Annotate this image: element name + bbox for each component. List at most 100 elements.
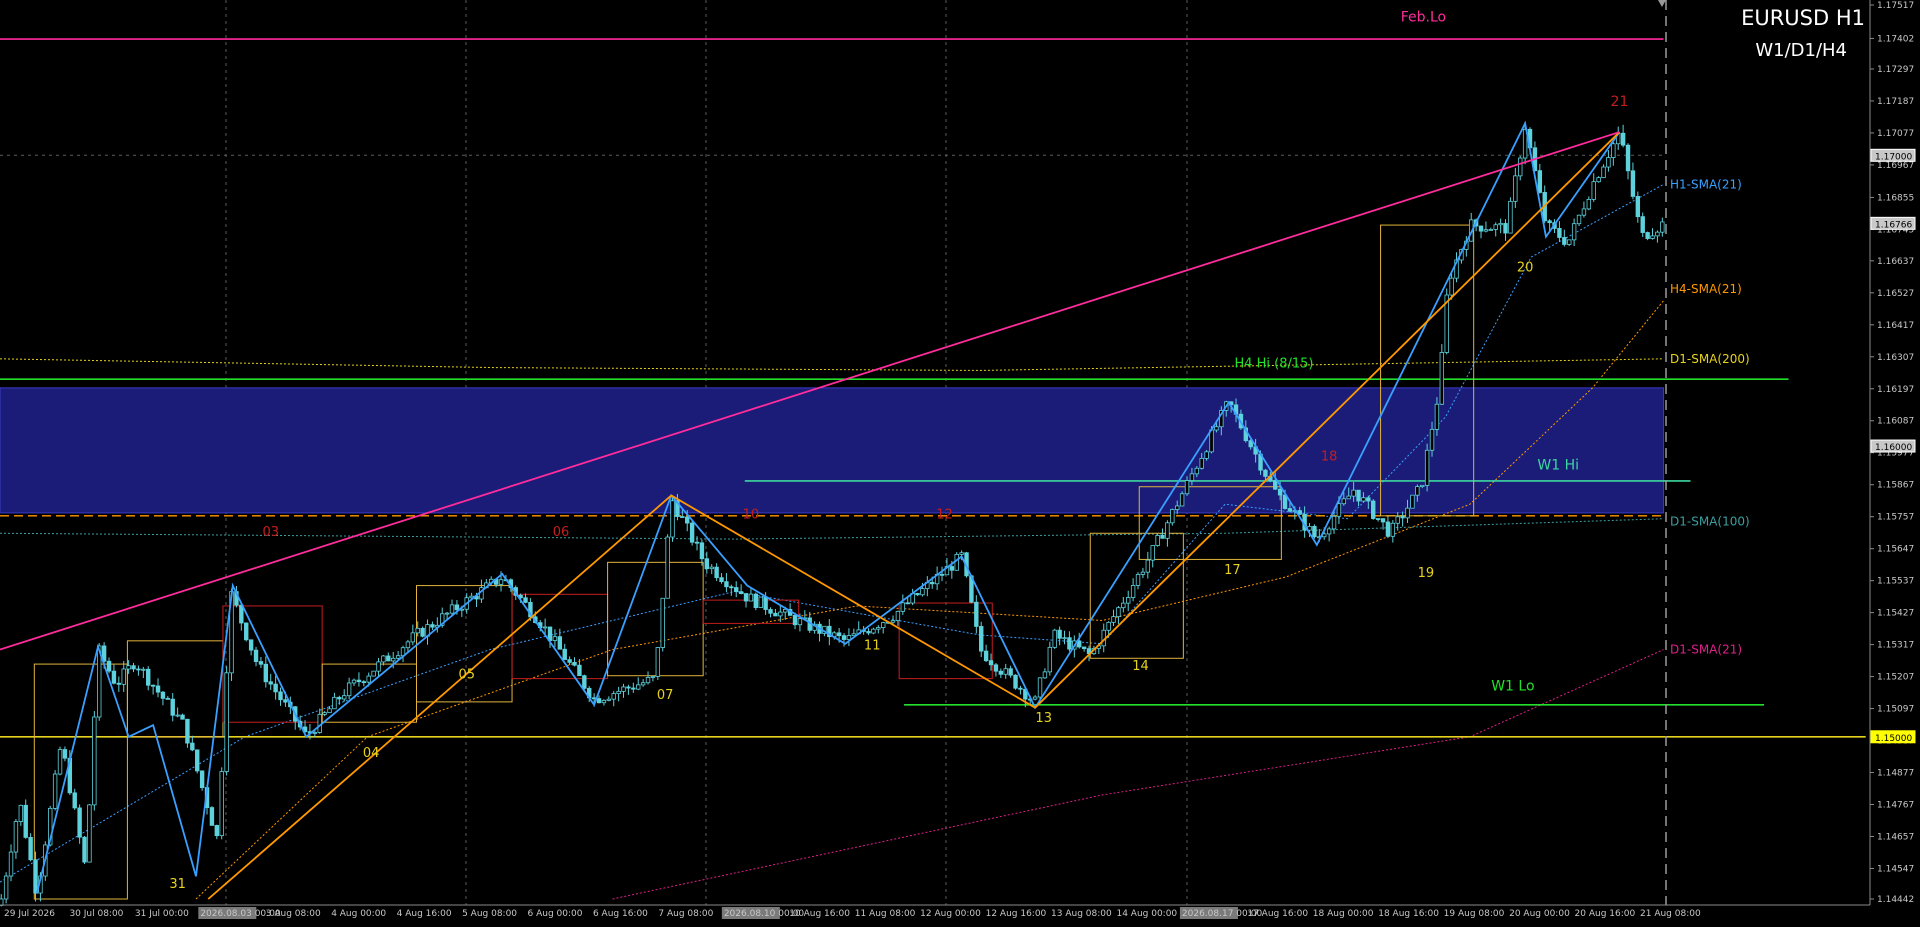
- ma-label: D1-SMA(100): [1670, 515, 1750, 529]
- candle-body: [680, 516, 685, 518]
- candle-body: [1415, 486, 1420, 496]
- candle-body: [454, 604, 460, 611]
- chart-window[interactable]: Feb.Lo H4 Hi (8/15) W1 Hi W1 Lo 03 06 10 12 18 21…: [0, 0, 1920, 923]
- candle-body: [33, 859, 38, 894]
- candle-body: [650, 676, 656, 678]
- ma-label: D1-SMA(200): [1670, 352, 1750, 366]
- candle-body: [694, 541, 700, 544]
- candle-body: [1591, 181, 1596, 200]
- candle-body: [1130, 584, 1136, 598]
- supply-zone-rect: [0, 387, 1665, 514]
- candle-body: [342, 695, 347, 700]
- candle-body: [1326, 528, 1332, 535]
- candle-body: [866, 631, 871, 634]
- candle-body: [557, 636, 563, 650]
- candle-body: [160, 691, 166, 699]
- candle-body: [1424, 449, 1430, 486]
- candle-body: [640, 682, 646, 686]
- candle-body: [131, 665, 136, 670]
- candle-body: [1032, 696, 1038, 700]
- candle-body: [729, 586, 734, 589]
- ma-label: H1-SMA(21): [1670, 177, 1742, 191]
- candle-body: [1204, 451, 1209, 459]
- candle-body: [1135, 573, 1141, 586]
- candle-body: [979, 626, 984, 652]
- annotation-label: W1 Hi: [1537, 457, 1579, 473]
- candle-body: [611, 693, 616, 700]
- candle-body: [165, 697, 171, 700]
- candle-body: [1518, 157, 1523, 177]
- candle-body: [905, 602, 910, 605]
- candle-body: [577, 664, 582, 677]
- candle-body: [195, 749, 200, 772]
- price-tick-label: 1.17187: [1877, 97, 1914, 107]
- price-tick-label: 1.17297: [1877, 65, 1914, 75]
- time-tick-label: 20 Aug 00:00: [1509, 909, 1570, 919]
- candle-body: [444, 612, 450, 615]
- candle-body: [420, 627, 425, 637]
- candle-body: [699, 542, 705, 560]
- candle-body: [1478, 225, 1484, 232]
- candle-body: [1179, 493, 1185, 507]
- candle-body: [876, 627, 881, 630]
- candle-body: [199, 770, 205, 788]
- candle-body: [655, 647, 661, 677]
- candle-body: [689, 522, 695, 543]
- price-highlight-label: 1.16766: [1875, 220, 1912, 230]
- candle-body: [552, 636, 558, 641]
- candle-body: [248, 639, 254, 651]
- candle-body: [1635, 196, 1641, 218]
- candle-body: [778, 611, 783, 617]
- candle-body: [606, 698, 612, 701]
- candle-body: [1194, 467, 1200, 475]
- candle-body: [1611, 143, 1616, 158]
- candle-body: [1081, 646, 1087, 650]
- supply-demand-zone: [0, 387, 1665, 514]
- price-highlight-label: 1.17000: [1875, 152, 1912, 162]
- candle-body: [356, 679, 362, 683]
- candle-body: [376, 661, 381, 672]
- candle-body: [72, 792, 77, 809]
- candle-body: [734, 587, 739, 593]
- candle-body: [13, 821, 19, 853]
- candle-body: [106, 660, 112, 672]
- candle-body: [939, 573, 945, 576]
- price-tick-label: 1.17077: [1877, 129, 1914, 139]
- candle-body: [327, 708, 332, 714]
- candle-body: [949, 566, 955, 571]
- ma-label: D1-SMA(21): [1670, 643, 1742, 657]
- time-tick-label: 4 Aug 16:00: [397, 909, 452, 919]
- candle-body: [895, 610, 901, 622]
- candle-body: [1361, 497, 1366, 502]
- annotation-label: 10: [743, 508, 760, 523]
- price-tick-label: 1.16307: [1877, 353, 1914, 363]
- candle-body: [1008, 668, 1013, 676]
- candle-body: [498, 579, 504, 585]
- candle-body: [768, 609, 773, 614]
- price-tick-label: 1.16967: [1877, 161, 1914, 171]
- candle-body: [1625, 144, 1631, 172]
- candle-body: [601, 699, 607, 704]
- candle-body: [0, 898, 4, 906]
- candle-body: [748, 593, 754, 602]
- price-axis[interactable]: 1.17517 1.17402 1.17297 1.17187 1.17077 1.169…: [1870, 1, 1916, 905]
- candle-body: [959, 552, 964, 555]
- candle-body: [111, 670, 117, 684]
- annotation-label: W1 Lo: [1491, 678, 1534, 694]
- candle-body: [77, 807, 82, 838]
- candle-body: [180, 714, 185, 720]
- candle-body: [141, 668, 146, 671]
- candle-body: [542, 626, 548, 629]
- candle-body: [1380, 518, 1386, 523]
- price-chart[interactable]: Feb.Lo H4 Hi (8/15) W1 Hi W1 Lo 03 06 10 12 18 21…: [0, 0, 1920, 923]
- candle-body: [209, 807, 215, 826]
- candle-body: [1581, 208, 1587, 216]
- time-tick-label: 21 Aug 08:00: [1640, 909, 1701, 919]
- price-tick-label: 1.17517: [1877, 1, 1914, 11]
- candle-body: [523, 597, 528, 603]
- candle-body: [146, 668, 151, 686]
- candle-body: [704, 558, 710, 570]
- candle-body: [415, 627, 420, 634]
- candle-body: [1586, 198, 1592, 210]
- candle-body: [1562, 237, 1567, 245]
